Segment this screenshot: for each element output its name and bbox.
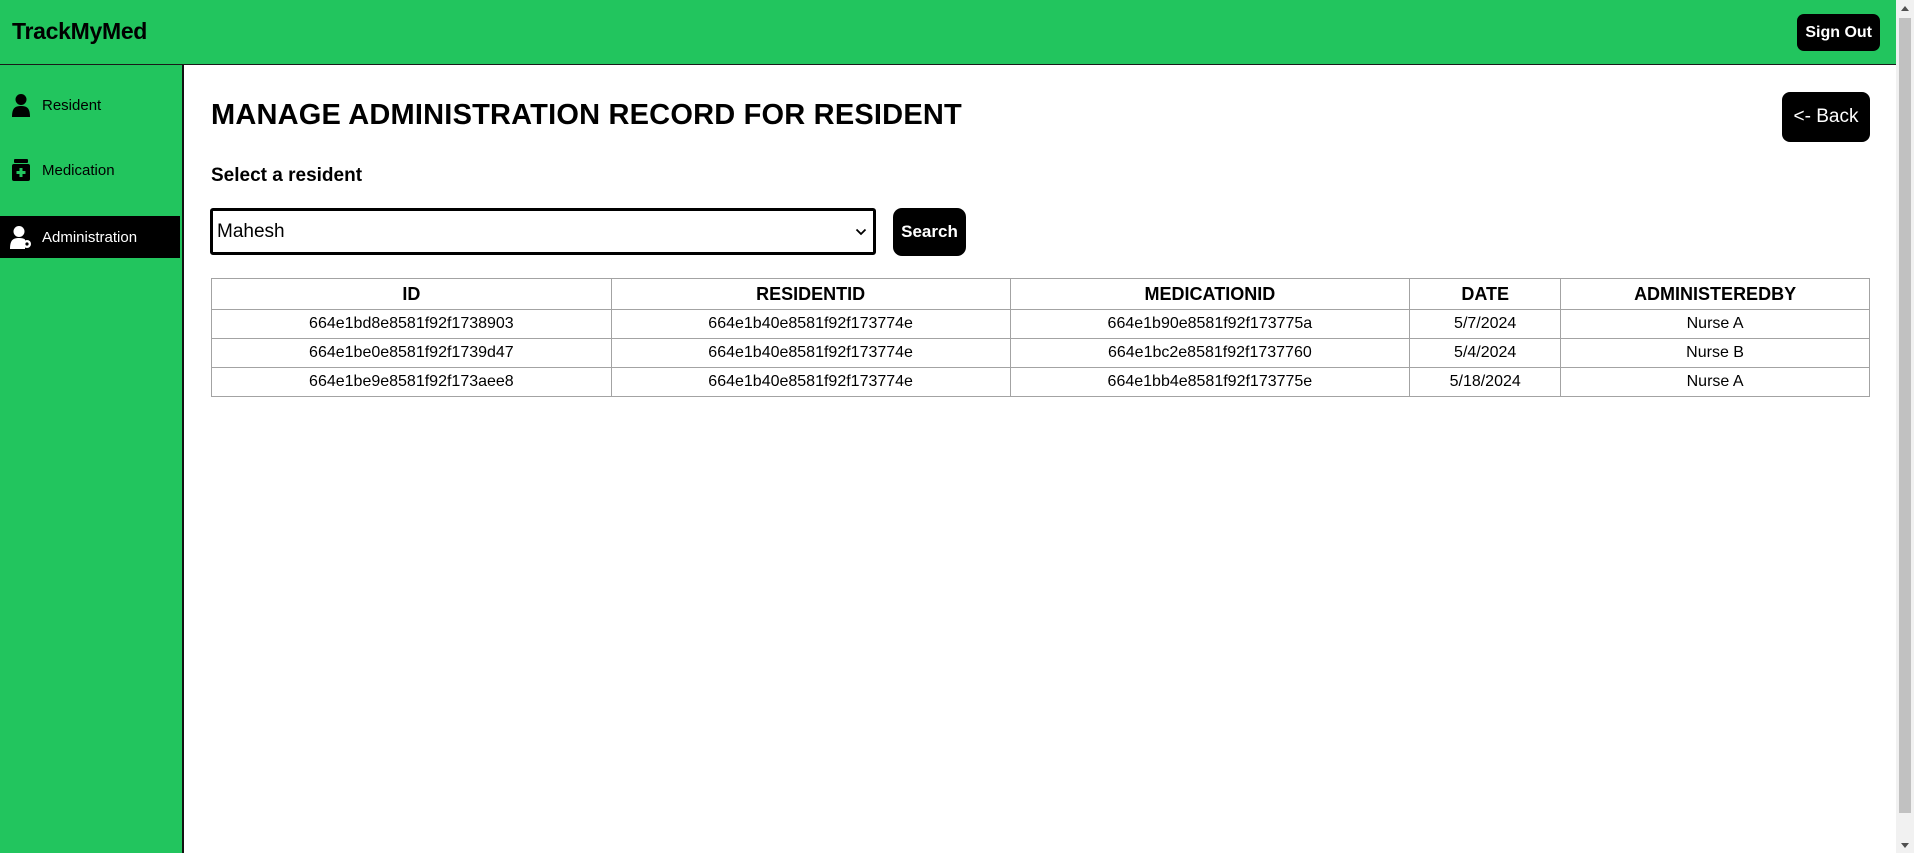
table-cell-administeredby: Nurse A — [1560, 367, 1870, 397]
sidebar-item-administration[interactable]: Administration — [0, 216, 180, 258]
column-header-id: ID — [211, 278, 612, 310]
table-cell-id: 664e1be0e8581f92f1739d47 — [211, 338, 612, 368]
medicine-bottle-icon — [10, 158, 32, 182]
column-header-administeredby: ADMINISTEREDBY — [1560, 278, 1870, 310]
table-header-row: ID RESIDENTID MEDICATIONID DATE ADMINIST… — [211, 278, 1870, 310]
table-cell-administeredby: Nurse B — [1560, 338, 1870, 368]
scroll-down-arrow-icon[interactable] — [1896, 837, 1914, 853]
table-cell-date: 5/4/2024 — [1409, 338, 1562, 368]
resident-select-value: Mahesh — [217, 220, 285, 242]
table-cell-medicationid: 664e1bc2e8581f92f1737760 — [1009, 338, 1411, 368]
sidebar-item-label: Resident — [42, 96, 102, 114]
column-header-residentid: RESIDENTID — [610, 278, 1011, 310]
table-row: 664e1be9e8581f92f173aee8 664e1b40e8581f9… — [211, 367, 1870, 397]
table-cell-residentid: 664e1b40e8581f92f173774e — [610, 367, 1011, 397]
page-title: MANAGE ADMINISTRATION RECORD FOR RESIDEN… — [211, 99, 962, 131]
search-button[interactable]: Search — [893, 208, 966, 256]
scrollbar-thumb[interactable] — [1899, 18, 1911, 813]
back-button[interactable]: <- Back — [1782, 92, 1870, 142]
table-cell-id: 664e1be9e8581f92f173aee8 — [211, 367, 612, 397]
user-gear-icon — [10, 225, 32, 249]
app-brand: TrackMyMed — [12, 18, 148, 44]
person-icon — [10, 93, 32, 117]
main-content: MANAGE ADMINISTRATION RECORD FOR RESIDEN… — [186, 65, 1896, 853]
select-resident-label: Select a resident — [211, 165, 363, 186]
sidebar-item-medication[interactable]: Medication — [0, 149, 180, 191]
column-header-medicationid: MEDICATIONID — [1009, 278, 1411, 310]
administration-table: ID RESIDENTID MEDICATIONID DATE ADMINIST… — [211, 278, 1870, 397]
table-row: 664e1bd8e8581f92f1738903 664e1b40e8581f9… — [211, 309, 1870, 339]
sidebar-item-label: Medication — [42, 161, 115, 179]
sidebar-item-resident[interactable]: Resident — [0, 84, 180, 126]
table-cell-date: 5/18/2024 — [1409, 367, 1562, 397]
resident-select[interactable]: Mahesh — [210, 208, 876, 255]
sign-out-button[interactable]: Sign Out — [1797, 14, 1880, 51]
table-cell-residentid: 664e1b40e8581f92f173774e — [610, 338, 1011, 368]
table-cell-medicationid: 664e1b90e8581f92f173775a — [1009, 309, 1411, 339]
chevron-down-icon — [855, 228, 867, 236]
table-cell-medicationid: 664e1bb4e8581f92f173775e — [1009, 367, 1411, 397]
sidebar-item-label: Administration — [42, 228, 138, 246]
page-scrollbar[interactable] — [1896, 0, 1914, 853]
column-header-date: DATE — [1409, 278, 1562, 310]
sidebar: Resident Medication Administration — [0, 65, 184, 853]
table-cell-residentid: 664e1b40e8581f92f173774e — [610, 309, 1011, 339]
scroll-up-arrow-icon[interactable] — [1896, 0, 1914, 16]
top-bar: TrackMyMed Sign Out — [0, 0, 1896, 65]
table-cell-date: 5/7/2024 — [1409, 309, 1562, 339]
table-cell-administeredby: Nurse A — [1560, 309, 1870, 339]
table-cell-id: 664e1bd8e8581f92f1738903 — [211, 309, 612, 339]
table-row: 664e1be0e8581f92f1739d47 664e1b40e8581f9… — [211, 338, 1870, 368]
